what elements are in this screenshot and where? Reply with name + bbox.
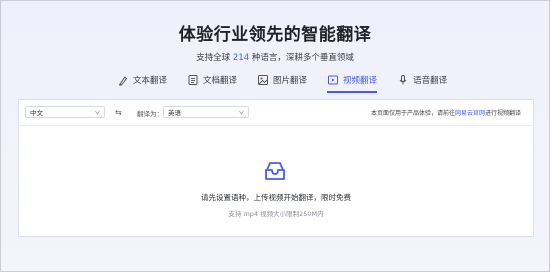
notice-prefix: 本页面仅用于产品体验，请前往 bbox=[370, 110, 455, 117]
subtitle-prefix: 支持全球 bbox=[196, 53, 231, 63]
tab-label: 语音翻译 bbox=[413, 76, 448, 86]
subtitle-suffix: 种语言，深耕多个垂直领域 bbox=[251, 53, 354, 63]
text-translate-icon bbox=[119, 76, 128, 86]
app-window: 体验行业领先的智能翻译 支持全球 214 种语言，深耕多个垂直领域 文本翻译 文… bbox=[0, 0, 550, 272]
target-language-label: 翻译为： bbox=[137, 110, 163, 118]
language-toolbar: 中文 ⇆ 翻译为： 英语 本页面仅用于产品体验，请前往网易云官网进行视频翻译 bbox=[19, 100, 533, 126]
source-language-select[interactable]: 中文 bbox=[25, 106, 105, 118]
tab-label: 文档翻译 bbox=[203, 76, 238, 86]
source-language-value: 中文 bbox=[30, 109, 43, 117]
target-language-value: 英语 bbox=[168, 109, 181, 117]
page-subtitle: 支持全球 214 种语言，深耕多个垂直领域 bbox=[1, 51, 549, 63]
translation-panel: 中文 ⇆ 翻译为： 英语 本页面仅用于产品体验，请前往网易云官网进行视频翻译 请… bbox=[18, 99, 534, 237]
mode-tabs: 文本翻译 文档翻译 图片翻译 视频翻译 语音翻译 bbox=[117, 69, 467, 93]
tab-label: 文本翻译 bbox=[133, 76, 168, 86]
upload-size-hint: 支持 mp4 视频大小限制250M内 bbox=[228, 210, 324, 218]
microphone-icon bbox=[399, 75, 407, 85]
target-language-select[interactable]: 英语 bbox=[163, 106, 249, 118]
tab-image-translate[interactable]: 图片翻译 bbox=[257, 69, 307, 91]
chevron-down-icon bbox=[95, 111, 100, 115]
notice-suffix: 进行视频翻译 bbox=[484, 110, 521, 117]
tab-voice-translate[interactable]: 语音翻译 bbox=[397, 69, 447, 91]
upload-instruction: 请先设置语种，上传视频开始翻译，限时免费 bbox=[201, 193, 351, 202]
image-icon bbox=[258, 75, 269, 85]
tab-document-translate[interactable]: 文档翻译 bbox=[187, 69, 237, 91]
tab-label: 视频翻译 bbox=[343, 76, 378, 86]
netease-cloud-link[interactable]: 网易云官网 bbox=[455, 110, 485, 117]
experience-notice: 本页面仅用于产品体验，请前往网易云官网进行视频翻译 bbox=[371, 108, 521, 117]
swap-languages-button[interactable]: ⇆ bbox=[115, 108, 122, 117]
document-icon bbox=[188, 75, 198, 85]
tab-label: 图片翻译 bbox=[273, 76, 308, 86]
language-count: 214 bbox=[232, 53, 250, 63]
tab-video-translate[interactable]: 视频翻译 bbox=[327, 69, 378, 93]
chevron-down-icon bbox=[239, 111, 244, 115]
video-icon bbox=[328, 75, 339, 85]
tab-text-translate[interactable]: 文本翻译 bbox=[117, 69, 167, 91]
page-title: 体验行业领先的智能翻译 bbox=[178, 25, 372, 45]
upload-tray-icon[interactable] bbox=[263, 160, 287, 182]
